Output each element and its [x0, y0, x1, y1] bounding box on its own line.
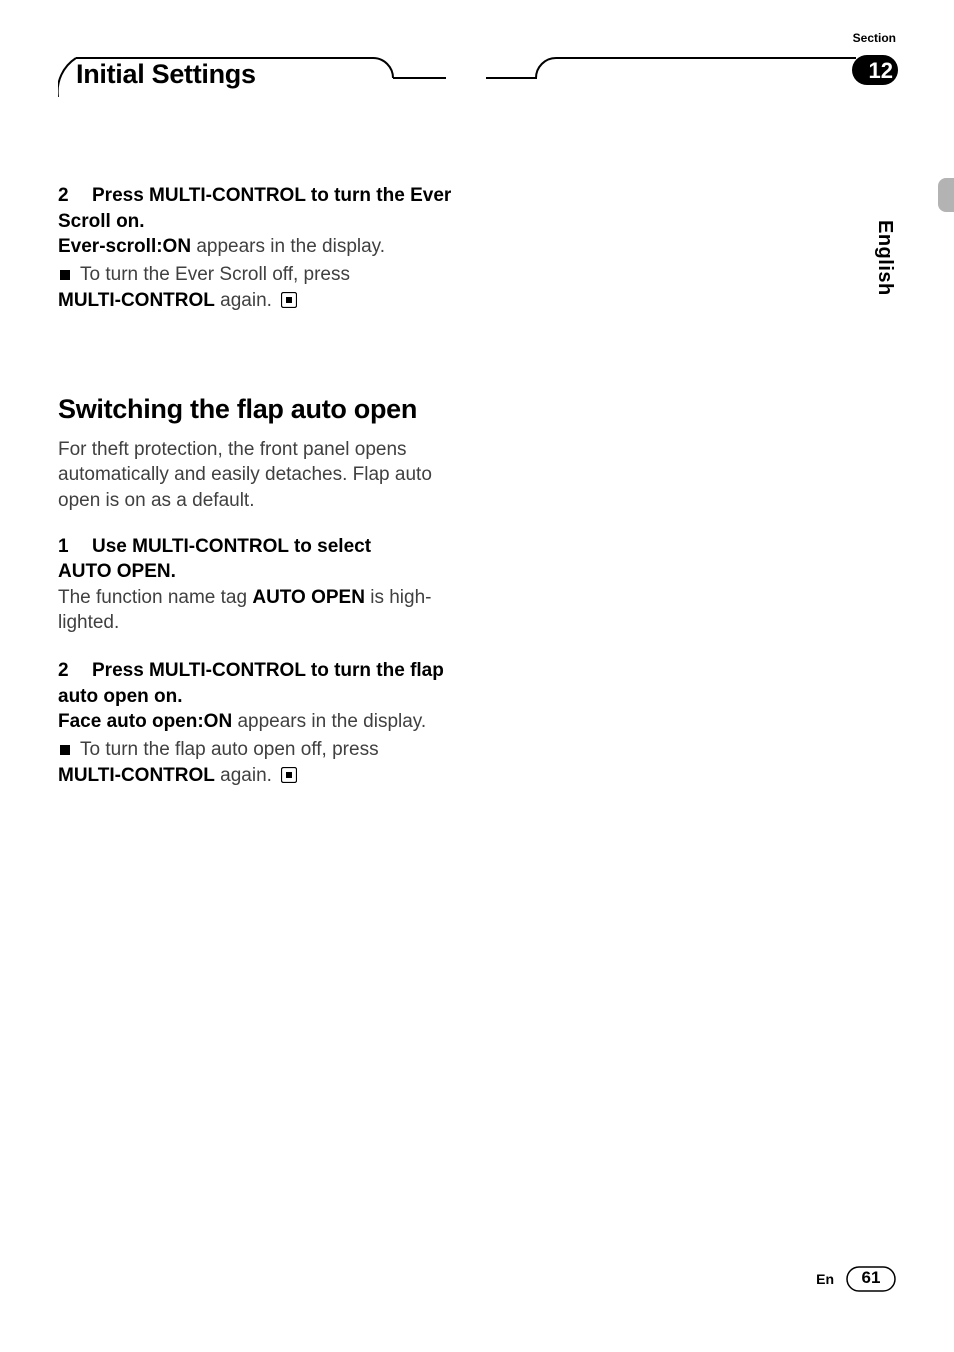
body-a: The function name tag — [58, 587, 252, 608]
side-language-label: English — [873, 220, 896, 296]
body-c: lighted. — [58, 610, 458, 636]
footer-language-code: En — [816, 1271, 834, 1287]
step-number: 2 — [58, 183, 92, 209]
note-bold: MULTI-CONTROL — [58, 765, 215, 786]
display-text-on: :ON — [197, 711, 232, 732]
step-instruction-line1: Press MULTI-CONTROL to turn the flap — [92, 660, 444, 681]
section-heading-flap-auto-open: Switching the flap auto open — [58, 391, 458, 427]
manual-page: Initial Settings Section 12 English 2Pre… — [0, 0, 954, 1352]
step-instruction-line1: Use MULTI-CONTROL to select — [92, 536, 371, 557]
page-number-pill: 61 — [846, 1266, 896, 1292]
bullet-icon — [60, 270, 70, 280]
step-number: 1 — [58, 534, 92, 560]
display-text-bold: Face auto open — [58, 711, 197, 732]
body-b: is high- — [365, 587, 432, 608]
step-number: 2 — [58, 658, 92, 684]
side-tab-indicator — [938, 178, 954, 212]
display-text-on: :ON — [156, 236, 191, 257]
section-number: 12 — [869, 58, 893, 84]
section-badge: 12 — [852, 55, 898, 91]
step-instruction-line1: Press MULTI-CONTROL to turn the Ever — [92, 185, 451, 206]
end-of-section-icon — [281, 292, 297, 308]
note-text: To turn the Ever Scroll off, press — [80, 262, 350, 288]
body-bold: AUTO OPEN — [252, 587, 365, 608]
end-of-section-icon — [281, 767, 297, 783]
section-label: Section — [853, 31, 896, 45]
step-ever-scroll-on: 2Press MULTI-CONTROL to turn the Ever Sc… — [58, 183, 458, 313]
chapter-title: Initial Settings — [76, 59, 256, 90]
step-instruction-line2: Scroll on. — [58, 209, 458, 235]
note-tail: again. — [215, 765, 272, 786]
step-instruction-line2: auto open on. — [58, 684, 458, 710]
note-bold: MULTI-CONTROL — [58, 290, 215, 311]
step-instruction-line2: AUTO OPEN. — [58, 559, 458, 585]
page-header: Initial Settings Section 12 — [58, 57, 896, 99]
note-text: To turn the flap auto open off, press — [80, 737, 379, 763]
note-bullet-row: To turn the Ever Scroll off, press — [58, 262, 458, 288]
page-number: 61 — [846, 1268, 896, 1288]
page-footer: En 61 — [816, 1266, 896, 1292]
note-bullet-row: To turn the flap auto open off, press — [58, 737, 458, 763]
display-text-bold: Ever-scroll — [58, 236, 156, 257]
display-text-tail: appears in the display. — [191, 236, 385, 257]
header-title-container: Initial Settings — [58, 57, 448, 99]
intro-paragraph: For theft protection, the front panel op… — [58, 437, 458, 514]
header-section-frame — [486, 57, 896, 99]
display-text-tail: appears in the display. — [232, 711, 426, 732]
page-content: 2Press MULTI-CONTROL to turn the Ever Sc… — [58, 183, 458, 788]
step-flap-auto-open-on: 2Press MULTI-CONTROL to turn the flap au… — [58, 658, 458, 788]
step-select-auto-open: 1Use MULTI-CONTROL to select AUTO OPEN. … — [58, 534, 458, 637]
note-tail: again. — [215, 290, 272, 311]
bullet-icon — [60, 745, 70, 755]
header-section-container: Section 12 — [486, 57, 896, 99]
